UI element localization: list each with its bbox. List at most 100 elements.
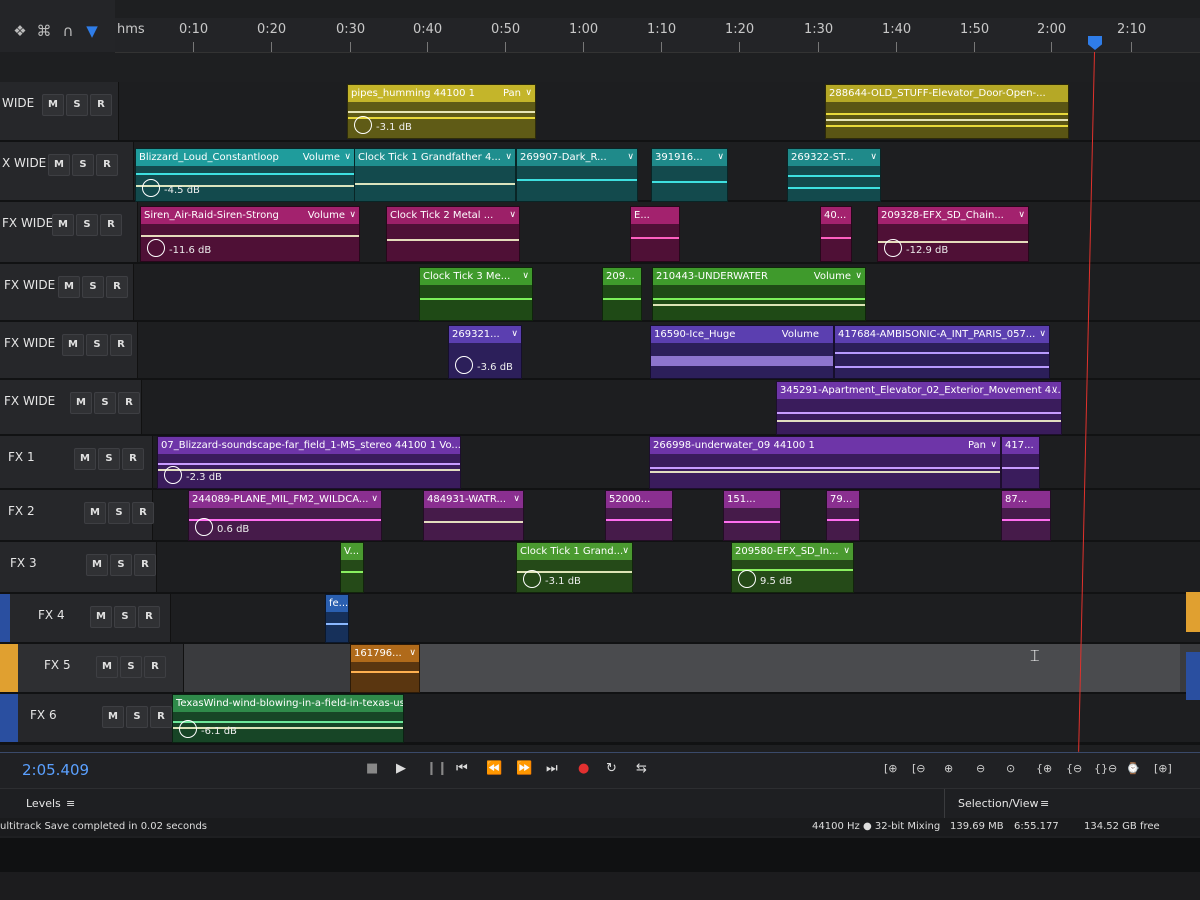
clip-gain-knob-icon[interactable]: [142, 179, 160, 197]
track-row[interactable]: FX 3 M S R V... Clock Tick 1 Grand... ∨ …: [0, 542, 1200, 595]
solo-button[interactable]: S: [94, 392, 116, 414]
mute-button[interactable]: M: [42, 94, 64, 116]
record-arm-button[interactable]: R: [110, 334, 132, 356]
record-arm-button[interactable]: R: [144, 656, 166, 678]
track-row[interactable]: FX WIDE M S R Clock Tick 3 Me... ∨ 209..…: [0, 264, 1200, 323]
audio-clip[interactable]: fe...: [325, 594, 349, 643]
audio-clip[interactable]: 209580-EFX_SD_In... ∨ 9.5 dB: [731, 542, 854, 593]
rewind-icon[interactable]: ⏪: [486, 761, 502, 776]
record-arm-button[interactable]: R: [106, 276, 128, 298]
solo-button[interactable]: S: [126, 706, 148, 728]
selected-track-lane[interactable]: [420, 644, 1180, 692]
audio-clip[interactable]: 269322-ST... ∨: [787, 148, 881, 202]
audio-clip[interactable]: E...: [630, 206, 680, 262]
current-time-display[interactable]: 2:05.409: [22, 761, 89, 779]
audio-clip[interactable]: 210443-UNDERWATER Volume ∨: [652, 267, 866, 321]
record-icon[interactable]: ●: [578, 761, 589, 776]
zoom-in-time-icon[interactable]: ⊕: [944, 762, 953, 775]
record-arm-button[interactable]: R: [138, 606, 160, 628]
zoom-reset-icon[interactable]: [⊕]: [1154, 762, 1172, 775]
chevron-down-icon[interactable]: ∨: [990, 437, 997, 454]
skip-selection-icon[interactable]: ⇆: [636, 761, 647, 776]
mute-button[interactable]: M: [48, 154, 70, 176]
audio-clip[interactable]: 417684-AMBISONIC-A_INT_PARIS_057... ∨: [834, 325, 1050, 379]
clip-gain-knob-icon[interactable]: [179, 720, 197, 738]
clip-param[interactable]: Volume: [303, 149, 340, 166]
audio-clip[interactable]: Clock Tick 2 Metal ... ∨: [386, 206, 520, 262]
track-row[interactable]: FX WIDE M S R 345291-Apartment_Elevator_…: [0, 380, 1200, 437]
mute-button[interactable]: M: [102, 706, 124, 728]
solo-button[interactable]: S: [108, 502, 130, 524]
chevron-down-icon[interactable]: ∨: [525, 85, 532, 102]
record-arm-button[interactable]: R: [132, 502, 154, 524]
chevron-down-icon[interactable]: ∨: [1018, 207, 1025, 224]
audio-clip[interactable]: 151...: [723, 490, 781, 541]
track-row[interactable]: FX WIDE M S R Siren_Air-Raid-Siren-Stron…: [0, 202, 1200, 265]
audio-clip[interactable]: 269321... ∨ -3.6 dB: [448, 325, 522, 379]
chevron-down-icon[interactable]: ∨: [344, 149, 351, 166]
audio-clip[interactable]: Blizzard_Loud_Constantloop Volume ∨ -4.5…: [135, 148, 355, 202]
chevron-down-icon[interactable]: ∨: [843, 543, 850, 560]
chevron-down-icon[interactable]: ∨: [870, 149, 877, 166]
chevron-down-icon[interactable]: ∨: [409, 645, 416, 662]
play-icon[interactable]: ▶: [396, 761, 406, 776]
pause-icon[interactable]: ❙❙: [426, 761, 448, 776]
solo-button[interactable]: S: [98, 448, 120, 470]
go-to-end-icon[interactable]: ⏭: [546, 761, 558, 776]
audio-clip[interactable]: TexasWind-wind-blowing-in-a-field-in-tex…: [172, 694, 404, 743]
clip-param[interactable]: Pan: [968, 437, 986, 454]
track-row[interactable]: WIDE M S R pipes_humming 44100 1 Pan ∨ -…: [0, 82, 1200, 143]
record-arm-button[interactable]: R: [122, 448, 144, 470]
playhead-marker-icon[interactable]: ▼: [82, 20, 102, 42]
track-row[interactable]: FX 2 M S R 244089-PLANE_MIL_FM2_WILDCA..…: [0, 490, 1200, 543]
record-arm-button[interactable]: R: [90, 94, 112, 116]
audio-clip[interactable]: 209328-EFX_SD_Chain... ∨ -12.9 dB: [877, 206, 1029, 262]
chevron-down-icon[interactable]: ∨: [509, 207, 516, 224]
audio-clip[interactable]: Clock Tick 3 Me... ∨: [419, 267, 533, 321]
zoom-to-playhead-icon[interactable]: ⌚: [1126, 762, 1140, 775]
audio-clip[interactable]: 417...: [1001, 436, 1040, 489]
chevron-down-icon[interactable]: ∨: [349, 207, 356, 224]
chevron-down-icon[interactable]: ∨: [505, 149, 512, 166]
solo-button[interactable]: S: [120, 656, 142, 678]
track-row[interactable]: FX 1 M S R 07_Blizzard-soundscape-far_fi…: [0, 436, 1200, 491]
audio-clip[interactable]: pipes_humming 44100 1 Pan ∨ -3.1 dB: [347, 84, 536, 139]
mute-button[interactable]: M: [90, 606, 112, 628]
snap-magnet-icon[interactable]: ∩: [58, 20, 78, 42]
zoom-selection-out-icon[interactable]: {⊖: [1066, 762, 1082, 775]
audio-clip[interactable]: 07_Blizzard-soundscape-far_field_1-MS_st…: [157, 436, 461, 489]
chevron-down-icon[interactable]: ∨: [1039, 326, 1046, 343]
mute-button[interactable]: M: [96, 656, 118, 678]
clip-gain-knob-icon[interactable]: [195, 518, 213, 536]
record-arm-button[interactable]: R: [96, 154, 118, 176]
clip-gain-knob-icon[interactable]: [523, 570, 541, 588]
track-row[interactable]: X WIDE M S R Blizzard_Loud_Constantloop …: [0, 142, 1200, 203]
clip-gain-knob-icon[interactable]: [147, 239, 165, 257]
chevron-down-icon[interactable]: ∨: [513, 491, 520, 508]
hamburger-menu-icon[interactable]: ≡: [1040, 797, 1049, 810]
chevron-down-icon[interactable]: ∨: [622, 543, 629, 560]
clip-gain-knob-icon[interactable]: [738, 570, 756, 588]
audio-clip[interactable]: 484931-WATR... ∨: [423, 490, 524, 541]
chevron-down-icon[interactable]: ∨: [511, 326, 518, 343]
record-arm-button[interactable]: R: [134, 554, 156, 576]
go-to-start-icon[interactable]: ⏮: [456, 761, 468, 776]
solo-button[interactable]: S: [66, 94, 88, 116]
mute-button[interactable]: M: [70, 392, 92, 414]
audio-clip[interactable]: 87...: [1001, 490, 1051, 541]
clip-gain-knob-icon[interactable]: [884, 239, 902, 257]
zoom-full-icon[interactable]: ⊙: [1006, 762, 1015, 775]
loop-icon[interactable]: ↻: [606, 761, 617, 776]
zoom-selection-in-icon[interactable]: {⊕: [1036, 762, 1052, 775]
clip-param[interactable]: Volume: [814, 268, 851, 285]
mute-button[interactable]: M: [86, 554, 108, 576]
record-arm-button[interactable]: R: [100, 214, 122, 236]
track-row[interactable]: FX 4 M S R fe...: [0, 594, 1200, 645]
chevron-down-icon[interactable]: ∨: [855, 268, 862, 285]
chevron-down-icon[interactable]: ∨: [522, 268, 529, 285]
record-arm-button[interactable]: R: [118, 392, 140, 414]
fast-forward-icon[interactable]: ⏩: [516, 761, 532, 776]
time-selection-tool-icon[interactable]: ⌘: [34, 20, 54, 42]
audio-clip[interactable]: 244089-PLANE_MIL_FM2_WILDCA... ∨ 0.6 dB: [188, 490, 382, 541]
audio-clip[interactable]: 79...: [826, 490, 860, 541]
